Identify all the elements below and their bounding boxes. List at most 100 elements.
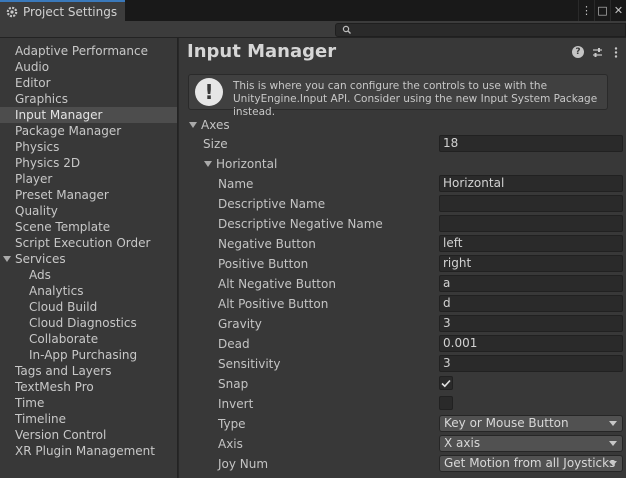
property-text-field[interactable]: left — [439, 235, 623, 252]
sidebar-item-label: Editor — [15, 76, 51, 90]
sidebar-item[interactable]: In-App Purchasing — [0, 347, 177, 363]
title-bar: Project Settings ⋮ □ ✕ — [0, 0, 626, 21]
chevron-down-icon — [609, 421, 617, 426]
sidebar-item[interactable]: Editor — [0, 75, 177, 91]
sidebar-item[interactable]: Cloud Build — [0, 299, 177, 315]
property-label: Gravity — [218, 317, 262, 331]
sidebar-item[interactable]: Time — [0, 395, 177, 411]
property-dropdown[interactable]: Key or Mouse Button — [439, 415, 623, 432]
settings-sidebar: Adaptive Performance Audio Editor Graphics I… — [0, 38, 178, 478]
sidebar-item[interactable]: Preset Manager — [0, 187, 177, 203]
sidebar-item[interactable]: Timeline — [0, 411, 177, 427]
horizontal-foldout[interactable]: Horizontal — [179, 155, 626, 173]
sidebar-item[interactable]: Physics — [0, 139, 177, 155]
search-input[interactable] — [335, 23, 626, 37]
sidebar-item-label: Version Control — [15, 428, 107, 442]
property-label: Alt Negative Button — [218, 277, 336, 291]
group-label: Horizontal — [216, 157, 278, 171]
more-options-icon[interactable]: ⋮ — [578, 0, 594, 21]
axes-foldout[interactable]: Axes — [179, 116, 626, 134]
property-text-field[interactable]: 3 — [439, 315, 623, 332]
sidebar-item[interactable]: TextMesh Pro — [0, 379, 177, 395]
property-label: Invert — [218, 397, 254, 411]
property-dropdown[interactable]: X axis — [439, 435, 623, 452]
window-controls: ⋮ □ ✕ — [578, 0, 626, 21]
sidebar-item[interactable]: Adaptive Performance — [0, 43, 177, 59]
sidebar-item-label: Preset Manager — [15, 188, 109, 202]
sidebar-item[interactable]: Analytics — [0, 283, 177, 299]
sidebar-item-label: Ads — [29, 268, 51, 282]
sidebar-item-label: Timeline — [15, 412, 67, 426]
property-text-field[interactable]: right — [439, 255, 623, 272]
foldout-arrow-icon[interactable] — [3, 256, 11, 262]
property-row: Snap — [179, 375, 626, 393]
property-row: Axis X axis — [179, 435, 626, 453]
sidebar-item[interactable]: Graphics — [0, 91, 177, 107]
sidebar-item[interactable]: Collaborate — [0, 331, 177, 347]
property-row: Invert — [179, 395, 626, 413]
property-row: Type Key or Mouse Button — [179, 415, 626, 433]
close-icon[interactable]: ✕ — [610, 0, 626, 21]
property-checkbox[interactable] — [439, 396, 453, 410]
property-checkbox[interactable] — [439, 376, 453, 390]
sidebar-item[interactable]: Input Manager — [0, 107, 177, 123]
sidebar-item[interactable]: Package Manager — [0, 123, 177, 139]
property-row: Dead 0.001 — [179, 335, 626, 353]
property-text-field[interactable] — [439, 195, 623, 212]
axes-label: Axes — [201, 118, 230, 132]
property-dropdown[interactable]: Get Motion from all Joysticks — [439, 455, 623, 472]
sidebar-item[interactable]: Cloud Diagnostics — [0, 315, 177, 331]
tab-title: Project Settings — [23, 4, 118, 19]
sidebar-item[interactable]: Scene Template — [0, 219, 177, 235]
sidebar-item[interactable]: Version Control — [0, 427, 177, 443]
property-text-field[interactable]: Horizontal — [439, 175, 623, 192]
foldout-arrow-icon[interactable] — [204, 161, 212, 167]
property-label: Descriptive Negative Name — [218, 217, 383, 231]
dropdown-value: Get Motion from all Joysticks — [444, 456, 616, 470]
sidebar-item[interactable]: Script Execution Order — [0, 235, 177, 251]
preset-icon[interactable] — [591, 46, 603, 58]
property-label: Axis — [218, 437, 243, 451]
property-row: Alt Positive Button d — [179, 295, 626, 313]
toolbar — [0, 21, 626, 38]
info-message: This is where you can configure the cont… — [233, 80, 598, 118]
sidebar-item-label: Adaptive Performance — [15, 44, 148, 58]
property-text-field[interactable]: d — [439, 295, 623, 312]
property-row: Descriptive Name — [179, 195, 626, 213]
sidebar-item-label: Collaborate — [29, 332, 99, 346]
sidebar-item[interactable]: Player — [0, 171, 177, 187]
property-text-field[interactable]: a — [439, 275, 623, 292]
sidebar-item[interactable]: Quality — [0, 203, 177, 219]
help-icon[interactable]: ? — [572, 46, 584, 58]
dropdown-value: X axis — [444, 436, 481, 450]
property-label: Snap — [218, 377, 249, 391]
maximize-icon[interactable]: □ — [594, 0, 610, 21]
property-row: Sensitivity 3 — [179, 355, 626, 373]
property-text-field[interactable] — [439, 215, 623, 232]
sidebar-item[interactable]: Tags and Layers — [0, 363, 177, 379]
property-text-field[interactable]: 0.001 — [439, 335, 623, 352]
property-text-field[interactable]: 3 — [439, 355, 623, 372]
more-options-icon[interactable] — [610, 46, 622, 58]
chevron-down-icon — [609, 461, 617, 466]
info-icon: ! — [195, 78, 223, 106]
sidebar-item[interactable]: Audio — [0, 59, 177, 75]
property-label: Descriptive Name — [218, 197, 326, 211]
property-row: Negative Button left — [179, 235, 626, 253]
sidebar-item[interactable]: Physics 2D — [0, 155, 177, 171]
size-field[interactable]: 18 — [439, 135, 623, 152]
sidebar-item-label: TextMesh Pro — [15, 380, 94, 394]
page-title: Input Manager — [187, 41, 337, 62]
sidebar-item-label: Tags and Layers — [15, 364, 112, 378]
sidebar-item-label: Time — [15, 396, 45, 410]
sidebar-item[interactable]: Services — [0, 251, 177, 267]
tab-project-settings[interactable]: Project Settings — [0, 0, 125, 21]
property-row: Descriptive Negative Name — [179, 215, 626, 233]
property-row: Name Horizontal — [179, 175, 626, 193]
property-row: Gravity 3 — [179, 315, 626, 333]
foldout-arrow-icon[interactable] — [189, 122, 197, 128]
sidebar-item-label: Player — [15, 172, 53, 186]
sidebar-item[interactable]: XR Plugin Management — [0, 443, 177, 459]
info-box: ! This is where you can configure the co… — [188, 74, 608, 118]
sidebar-item[interactable]: Ads — [0, 267, 177, 283]
